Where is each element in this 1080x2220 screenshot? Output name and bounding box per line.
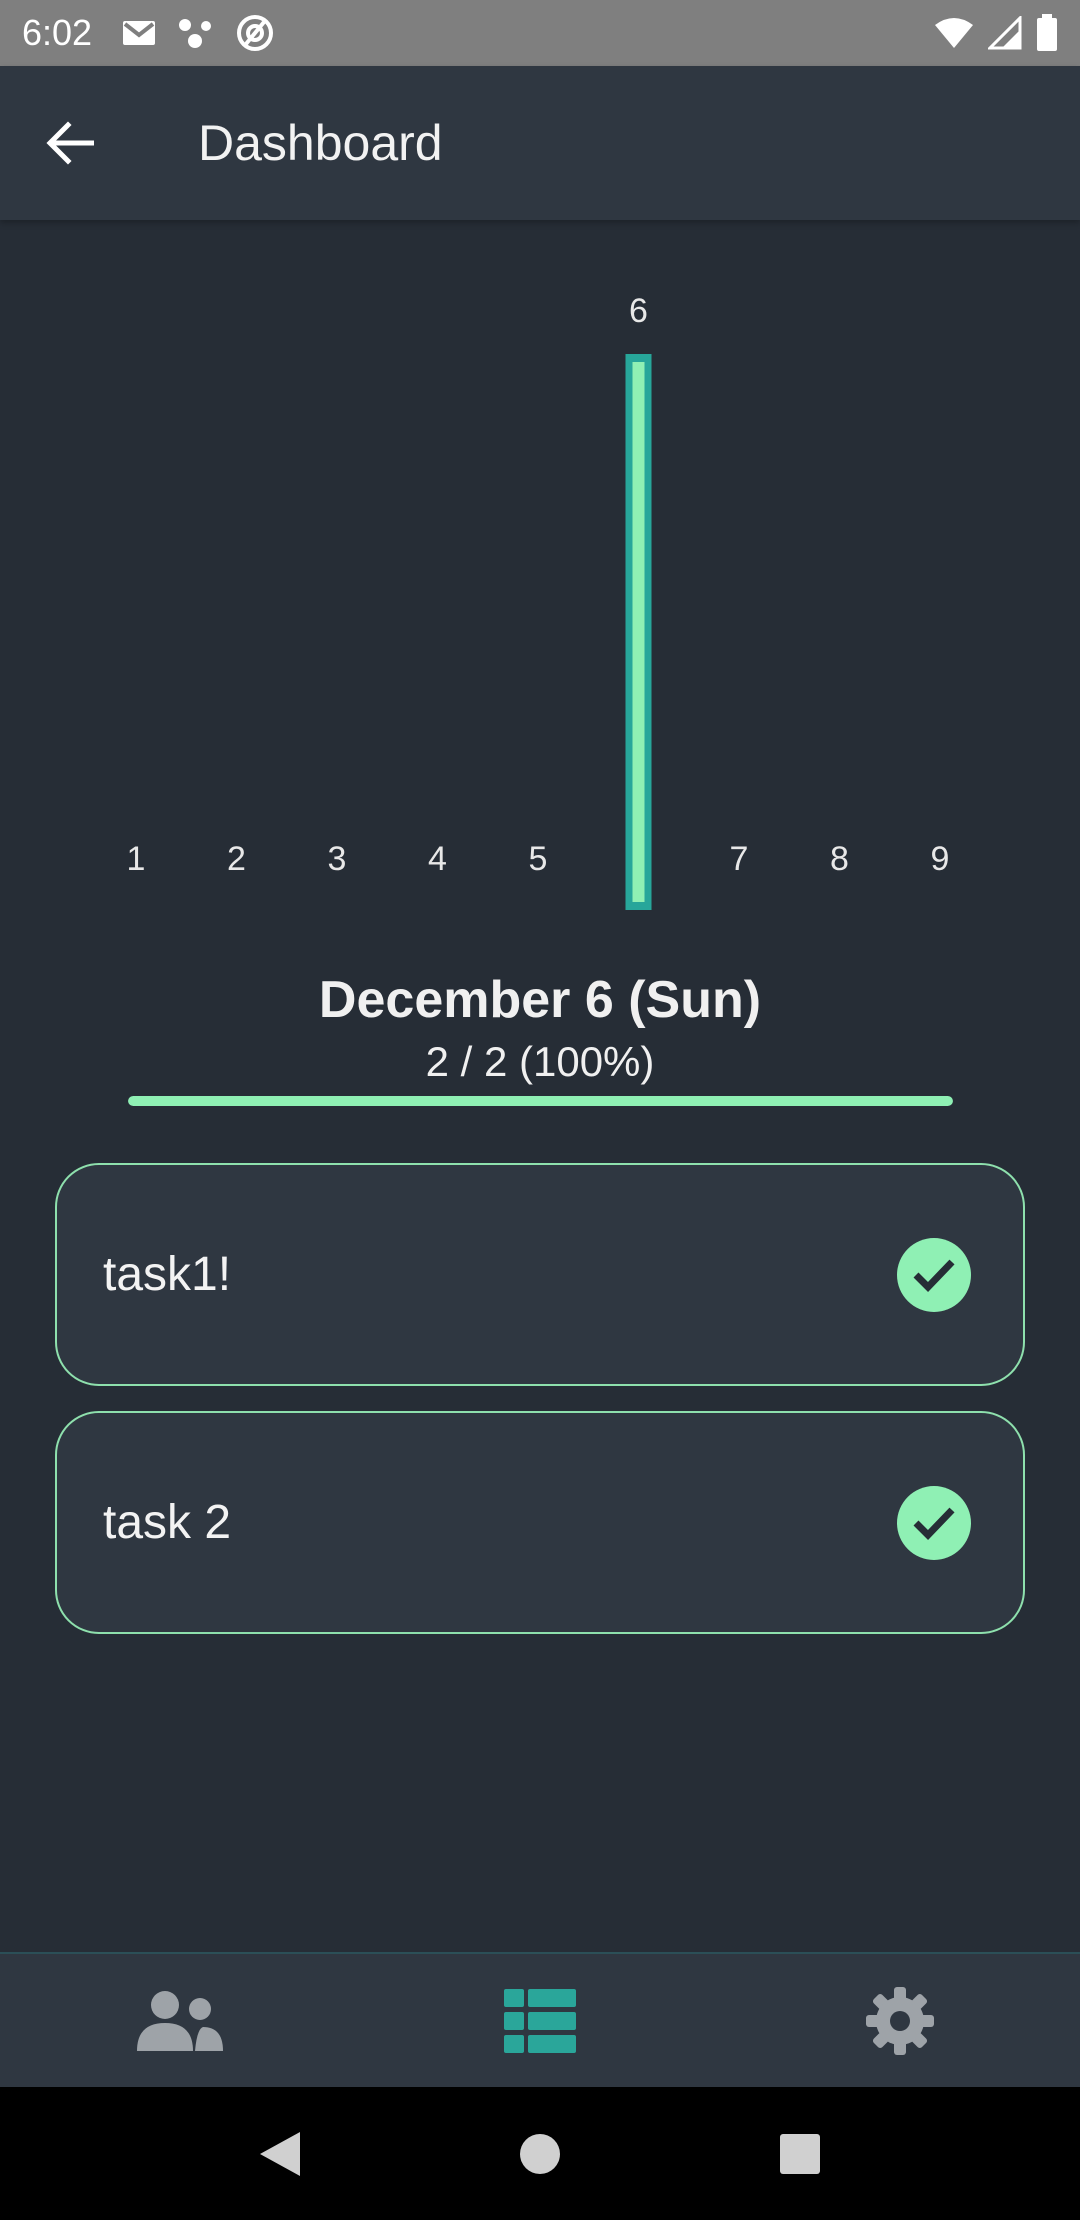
day-progress-text: 2 / 2 (100%) (425, 1038, 655, 1085)
chart-bar[interactable] (632, 362, 645, 902)
users-icon (137, 1990, 223, 2051)
chart-day-label[interactable]: 1 (127, 840, 146, 878)
at-sign-icon (236, 14, 274, 52)
chart-day-label[interactable]: 3 (328, 840, 347, 878)
chart-day-label[interactable]: 2 (227, 840, 246, 878)
nodes-icon (178, 17, 214, 49)
triangle-back-icon (260, 2131, 300, 2176)
arrow-back-icon (46, 121, 94, 165)
task-card[interactable]: task1! (55, 1163, 1025, 1386)
system-back-button[interactable] (230, 2104, 330, 2204)
day-progress-fill (128, 1096, 953, 1106)
chart-day-label[interactable]: 4 (428, 840, 447, 878)
list-icon (504, 1988, 576, 2053)
status-bar: 6:02 (0, 0, 1080, 66)
battery-icon (1036, 14, 1058, 52)
nav-list[interactable] (360, 1954, 720, 2087)
status-left-icons (122, 14, 274, 52)
circle-home-icon (520, 2133, 560, 2174)
check-icon[interactable] (897, 1237, 971, 1312)
day-title: December 6 (Sun) (318, 971, 762, 1029)
chart-day-label[interactable]: 7 (730, 840, 749, 878)
day-progress-bar (128, 1096, 953, 1106)
day-chart-svg: 1 2 3 4 5 6 7 8 9 (127, 292, 950, 910)
check-icon[interactable] (897, 1485, 971, 1560)
task-label: task 2 (103, 1496, 232, 1549)
task-label: task1! (103, 1248, 232, 1301)
nav-users[interactable] (0, 1954, 360, 2087)
gear-icon (866, 1986, 934, 2055)
wifi-icon (934, 17, 974, 49)
chart-day-label[interactable]: 8 (830, 840, 849, 878)
system-home-button[interactable] (490, 2104, 590, 2204)
chart-day-label[interactable]: 5 (529, 840, 548, 878)
system-nav (0, 2087, 1080, 2220)
nav-settings[interactable] (720, 1954, 1080, 2087)
cell-signal-icon (988, 16, 1022, 50)
status-time: 6:02 (22, 12, 93, 53)
page-title: Dashboard (198, 115, 443, 171)
task-card[interactable]: task 2 (55, 1411, 1025, 1634)
bottom-nav (0, 1952, 1080, 2087)
gmail-icon (122, 20, 156, 46)
chart-selected-label: 6 (629, 292, 648, 330)
system-recents-button[interactable] (750, 2104, 850, 2204)
back-button[interactable] (0, 66, 140, 220)
app-bar: Dashboard (0, 66, 1080, 220)
chart-day-label[interactable]: 9 (931, 840, 950, 878)
square-recents-icon (780, 2133, 820, 2174)
day-chart: 1 2 3 4 5 6 7 8 9 (0, 220, 1080, 920)
status-right-icons (934, 14, 1058, 52)
